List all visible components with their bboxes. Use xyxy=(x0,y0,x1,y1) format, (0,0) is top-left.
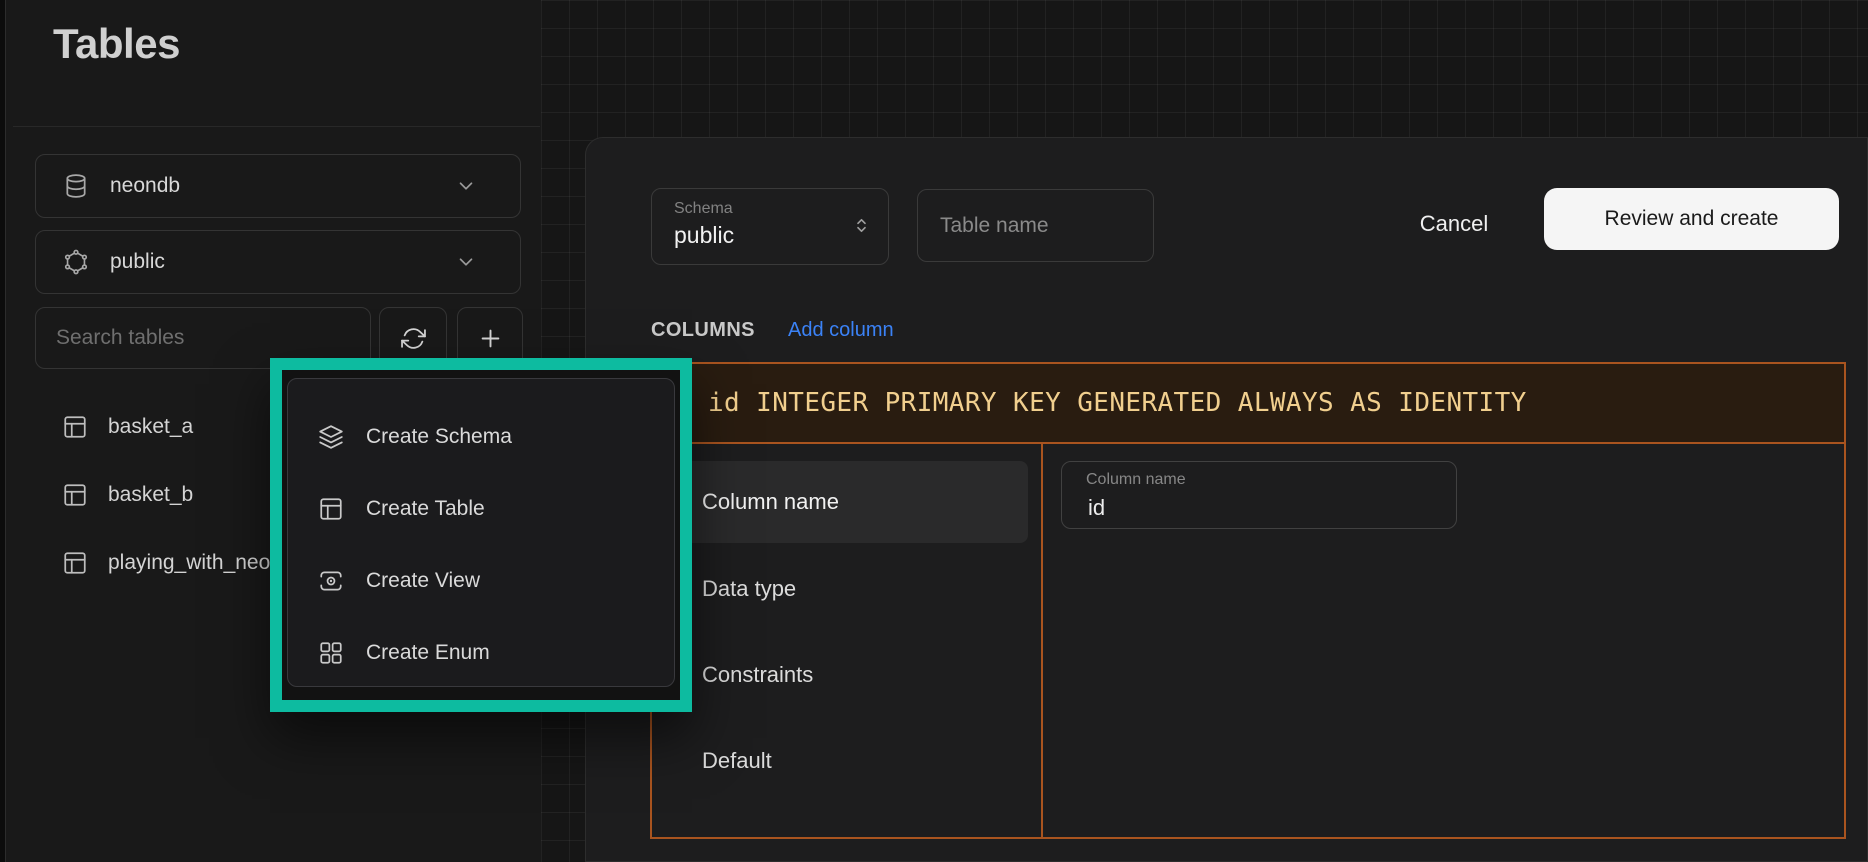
database-selector-value: neondb xyxy=(110,174,180,198)
table-icon xyxy=(62,482,88,508)
sidebar-divider xyxy=(13,126,540,127)
table-name-input[interactable] xyxy=(938,213,1133,239)
layers-icon xyxy=(318,424,344,450)
nav-item-label: Default xyxy=(702,748,772,774)
view-icon xyxy=(318,568,344,594)
enum-icon xyxy=(318,640,344,666)
columns-heading: COLUMNS xyxy=(651,319,755,342)
nav-item-column-name[interactable]: Column name xyxy=(666,461,1028,543)
table-icon xyxy=(318,496,344,522)
column-editor-body: Column name Data type Constraints Defaul… xyxy=(652,444,1844,837)
table-name: basket_b xyxy=(108,483,193,507)
menu-item-label: Create Table xyxy=(366,497,485,521)
drawer-schema-select[interactable]: Schema public xyxy=(651,188,889,265)
nav-item-label: Constraints xyxy=(702,662,813,688)
schema-field-label: Schema xyxy=(674,200,733,218)
tables-page: Tables neondb xyxy=(0,0,1868,862)
menu-item-create-schema[interactable]: Create Schema xyxy=(288,401,674,473)
table-icon xyxy=(62,550,88,576)
nav-item-label: Column name xyxy=(702,489,839,515)
column-sql-row[interactable]: id INTEGER PRIMARY KEY GENERATED ALWAYS … xyxy=(652,364,1844,444)
chevron-updown-icon xyxy=(851,215,872,236)
column-detail-pane: Column name xyxy=(1043,444,1844,837)
nav-item-default[interactable]: Default xyxy=(666,733,1028,789)
table-name-field xyxy=(917,189,1154,262)
chevron-down-icon xyxy=(455,175,477,197)
column-sql-text: id INTEGER PRIMARY KEY GENERATED ALWAYS … xyxy=(708,388,1527,418)
table-name: basket_a xyxy=(108,415,193,439)
schema-selector[interactable]: public xyxy=(35,230,521,294)
nav-item-data-type[interactable]: Data type xyxy=(666,561,1028,617)
refresh-icon xyxy=(401,326,426,351)
database-selector[interactable]: neondb xyxy=(35,154,521,218)
menu-item-create-enum[interactable]: Create Enum xyxy=(288,617,674,689)
column-name-field-label: Column name xyxy=(1086,471,1186,489)
review-and-create-button[interactable]: Review and create xyxy=(1544,188,1839,250)
plus-icon xyxy=(477,325,504,352)
menu-item-label: Create Schema xyxy=(366,425,512,449)
table-icon xyxy=(62,414,88,440)
cancel-button[interactable]: Cancel xyxy=(1392,198,1516,250)
schema-selector-value: public xyxy=(110,250,165,274)
column-settings-nav: Column name Data type Constraints Defaul… xyxy=(652,444,1043,837)
create-menu: Create Schema Create Table xyxy=(287,378,675,687)
menu-item-label: Create View xyxy=(366,569,480,593)
schema-icon xyxy=(63,249,89,275)
create-menu-highlight: Create Schema Create Table xyxy=(270,358,692,712)
column-editor-panel: id INTEGER PRIMARY KEY GENERATED ALWAYS … xyxy=(650,362,1846,839)
table-name: playing_with_neon xyxy=(108,551,282,575)
nav-item-label: Data type xyxy=(702,576,796,602)
menu-item-create-view[interactable]: Create View xyxy=(288,545,674,617)
create-table-drawer: Schema public Cancel Review and create C… xyxy=(585,137,1868,862)
menu-item-label: Create Enum xyxy=(366,641,490,665)
chevron-down-icon xyxy=(455,251,477,273)
database-icon xyxy=(63,173,89,199)
nav-item-constraints[interactable]: Constraints xyxy=(666,647,1028,703)
search-tables-input[interactable] xyxy=(54,325,352,351)
schema-field-value: public xyxy=(674,222,734,249)
page-title: Tables xyxy=(53,20,180,68)
add-column-link[interactable]: Add column xyxy=(788,319,894,342)
menu-item-create-table[interactable]: Create Table xyxy=(288,473,674,545)
column-name-input[interactable] xyxy=(1086,494,1426,522)
column-name-field: Column name xyxy=(1061,461,1457,529)
